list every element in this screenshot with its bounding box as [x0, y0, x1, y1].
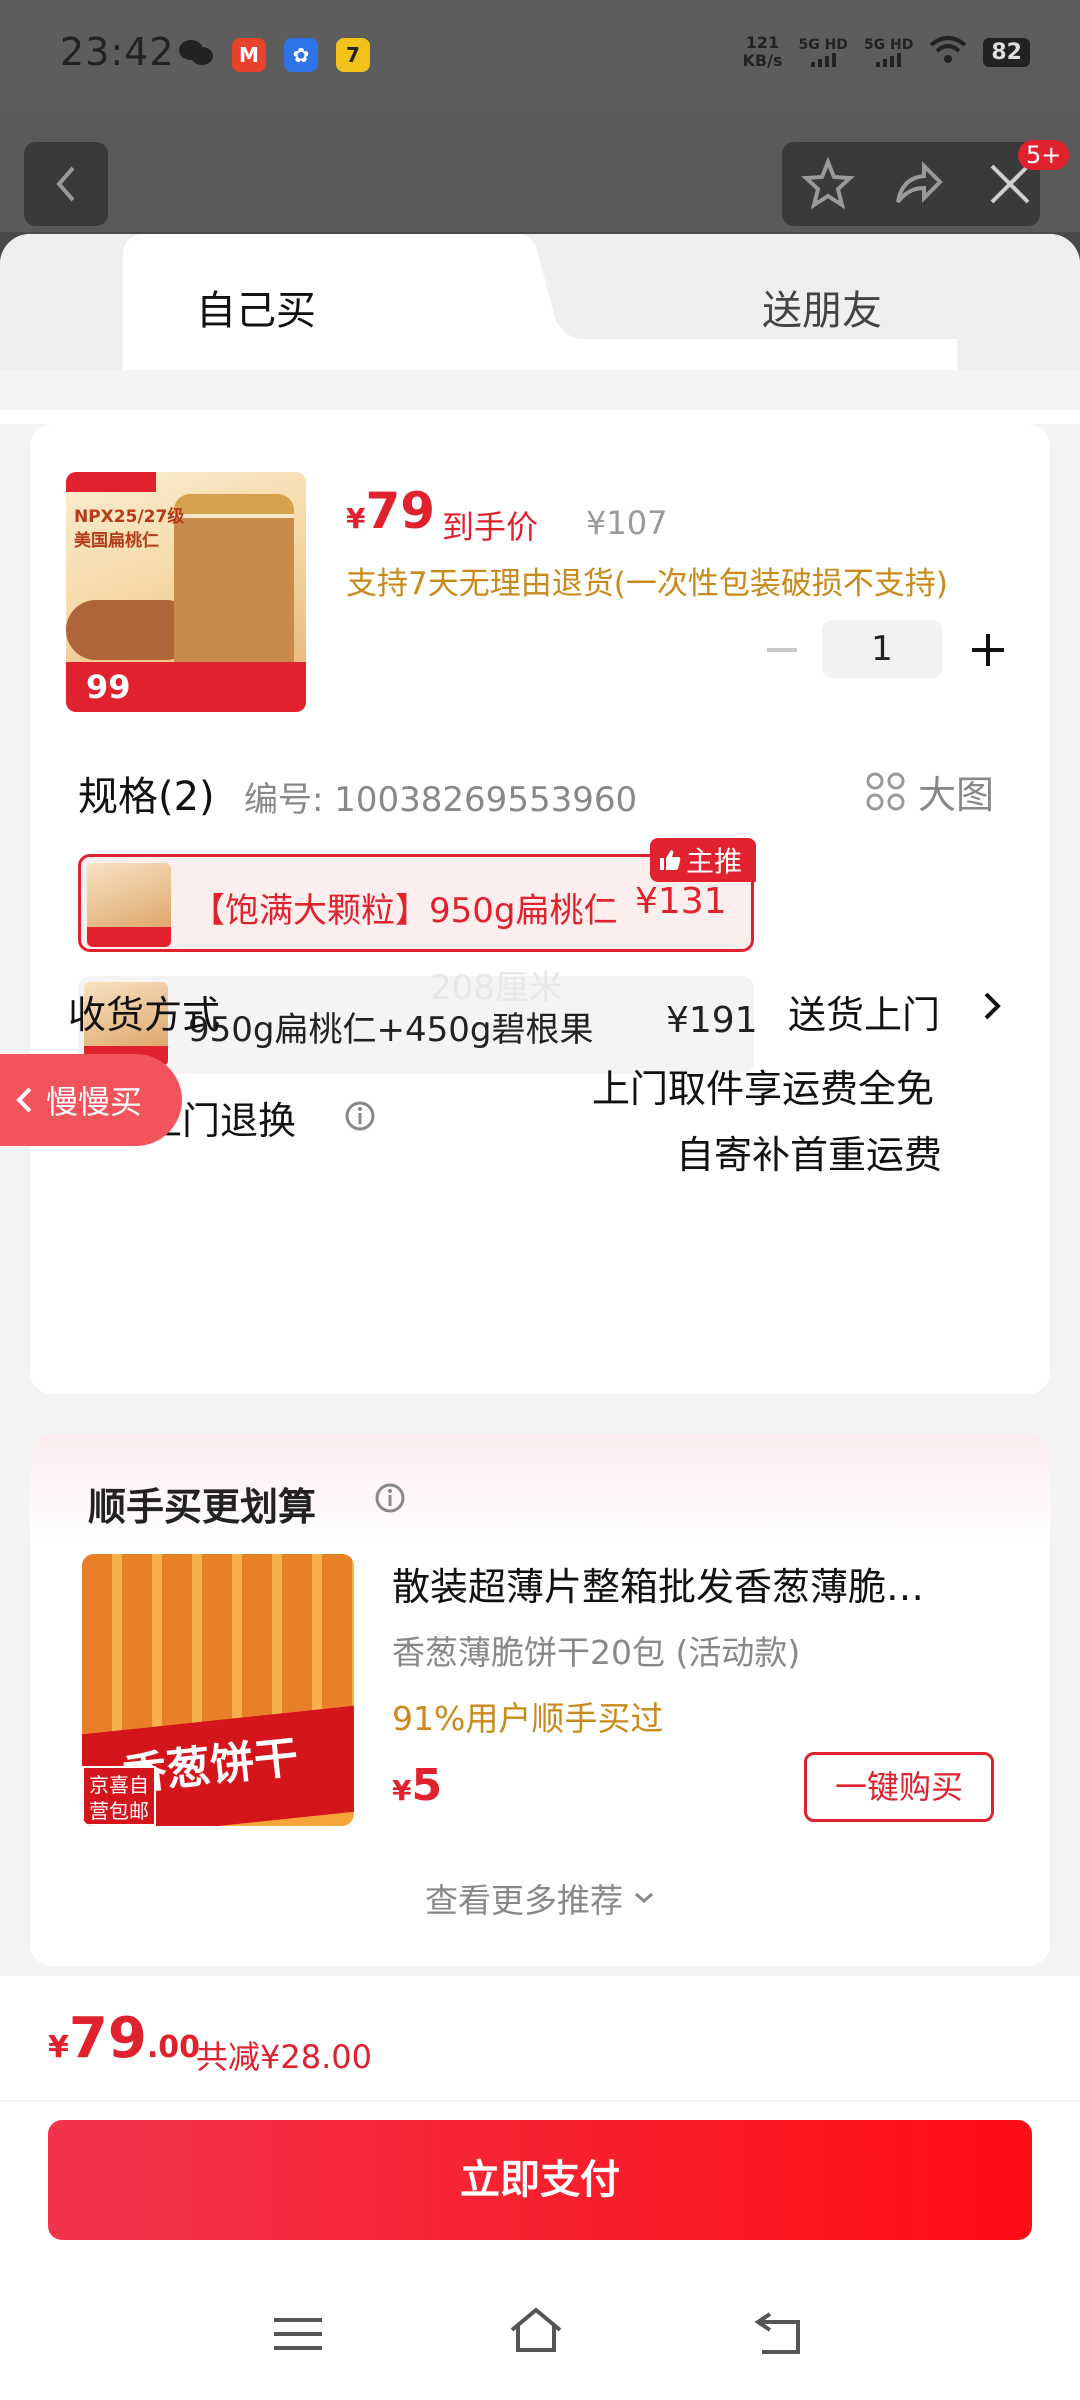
plus-icon: [972, 634, 1004, 666]
big-image-button[interactable]: 大图: [866, 764, 994, 819]
quantity-increase-button[interactable]: [968, 630, 1008, 670]
total-price: ¥79.00: [48, 2006, 200, 2071]
back-button[interactable]: [24, 142, 108, 226]
chevron-right-icon[interactable]: [982, 990, 1002, 1026]
addon-product-image[interactable]: 香葱饼干 京喜自营包邮: [82, 1554, 354, 1826]
share-icon[interactable]: [890, 156, 946, 216]
one-click-buy-button[interactable]: 一键购买: [804, 1752, 994, 1822]
tab-self[interactable]: 自己买: [196, 278, 316, 336]
battery-icon: 82: [983, 37, 1030, 67]
quantity-input[interactable]: 1: [822, 620, 942, 678]
message-count-badge: 5+: [1018, 140, 1070, 170]
product-image-line1: NPX25/27级: [74, 507, 185, 527]
menu-icon[interactable]: [274, 2314, 322, 2358]
info-icon[interactable]: [374, 1482, 406, 1518]
spec-title: 规格(2): [78, 774, 215, 820]
wechat-icon: [178, 38, 214, 72]
addon-badge: 京喜自营包邮: [82, 1766, 156, 1826]
home-icon[interactable]: [506, 2306, 566, 2360]
watermark-text: 208厘米: [430, 968, 563, 1008]
checkout-bar: ¥79.00 共减¥28.00 立即支付: [0, 1976, 1080, 2400]
status-right: 121 KB/s 5G HD 5G HD 82: [742, 33, 1030, 70]
back-nav-icon[interactable]: [752, 2310, 804, 2360]
tab-gift[interactable]: 送朋友: [762, 278, 882, 336]
meituan-icon: M: [232, 38, 266, 72]
system-nav-bar: [0, 2270, 1080, 2400]
quantity-decrease-button[interactable]: [762, 630, 802, 670]
star-icon[interactable]: [800, 156, 856, 216]
refund-note: 支持7天无理由退货(一次性包装破损不支持): [346, 566, 948, 602]
spec-code: 编号: 10038269553960: [244, 780, 638, 820]
chevron-down-icon: [635, 1892, 653, 1903]
tab-self-bg: [122, 234, 958, 370]
addon-price: ¥5: [392, 1760, 443, 1811]
slow-buy-float-button[interactable]: 慢慢买: [0, 1054, 182, 1146]
spec-option-price: ¥191: [666, 1000, 758, 1041]
wifi-icon: [929, 35, 967, 69]
original-price: ¥107: [586, 504, 668, 542]
current-price: ¥79: [346, 482, 436, 540]
spec-option-price: ¥131: [635, 881, 727, 922]
status-time: 23:42: [60, 30, 175, 74]
baidu-icon: ✿: [284, 38, 318, 72]
net-speed: 121 KB/s: [742, 33, 783, 70]
pay-now-button[interactable]: 立即支付: [48, 2120, 1032, 2240]
status-bar: 23:42 M ✿ 7 121 KB/s 5G HD 5G HD 82: [0, 0, 1080, 112]
returns-line2: 自寄补首重运费: [676, 1133, 943, 1177]
product-image-price: 99: [66, 662, 306, 712]
status-app-icons: M ✿ 7: [178, 38, 370, 72]
addon-card: 顺手买更划算 香葱饼干 京喜自营包邮 散装超薄片整箱批发香葱薄脆… 香葱薄脆饼干…: [30, 1434, 1050, 1966]
qimao-icon: 7: [336, 38, 370, 72]
info-icon[interactable]: [344, 1100, 376, 1136]
addon-title: 顺手买更划算: [88, 1485, 317, 1529]
product-image-line2: 美国扁桃仁: [74, 531, 159, 551]
grid-icon: [866, 772, 905, 810]
addon-percent: 91%用户顺手买过: [392, 1699, 664, 1738]
spec-option-label: 950g扁桃仁+450g碧根果: [188, 1010, 594, 1050]
product-image[interactable]: NPX25/27级 美国扁桃仁 99: [66, 472, 306, 712]
recommended-tag: 主推: [650, 838, 756, 882]
purchase-tabs: 自己买 送朋友: [0, 234, 1080, 370]
shipping-value[interactable]: 送货上门: [788, 984, 940, 1039]
returns-line1: 上门取件享运费全免: [592, 1067, 935, 1111]
spec-option-label: 【饱满大颗粒】950g扁桃仁: [191, 891, 618, 931]
total-saving: 共减¥28.00: [196, 2038, 372, 2076]
purchase-sheet: 自己买 送朋友 NPX25/27级 美国扁桃仁 99 ¥79 到手价 ¥107 …: [0, 234, 1080, 2400]
spec-option-thumb: [87, 863, 171, 947]
more-recommendations-link[interactable]: 查看更多推荐: [30, 1874, 1050, 1922]
chevron-left-icon: [56, 166, 75, 202]
minus-icon: [767, 648, 797, 652]
nav-action-group: [782, 142, 1040, 226]
chevron-left-icon: [16, 1087, 32, 1113]
addon-sub: 香葱薄脆饼干20包 (活动款): [392, 1633, 801, 1672]
top-nav: [0, 112, 1080, 232]
thumbs-up-icon: [660, 850, 681, 870]
signal-1-icon: 5G HD: [798, 37, 848, 67]
product-card: NPX25/27级 美国扁桃仁 99 ¥79 到手价 ¥107 支持7天无理由退…: [30, 424, 1050, 1394]
shipping-label: 收货方式: [68, 993, 221, 1037]
addon-name[interactable]: 散装超薄片整箱批发香葱薄脆…: [392, 1556, 992, 1611]
price-label: 到手价: [442, 508, 539, 546]
signal-2-icon: 5G HD: [864, 37, 913, 67]
